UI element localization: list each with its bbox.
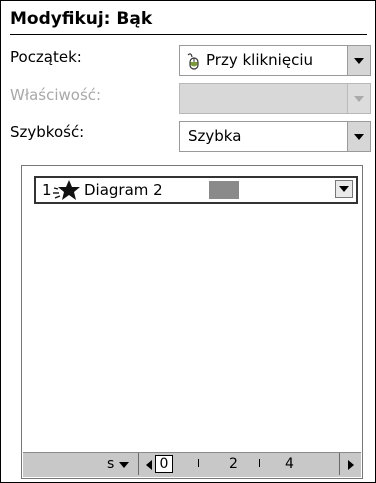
- start-label: Początek:: [10, 48, 82, 66]
- chevron-down-icon[interactable]: [119, 462, 129, 468]
- list-item[interactable]: 1 Diagram 2: [34, 176, 358, 204]
- custom-animation-pane: Modyfikuj: Bąk Początek: Przy kliknięciu…: [0, 0, 376, 483]
- speed-dropdown[interactable]: Szybka: [179, 121, 371, 152]
- start-dropdown[interactable]: Przy kliknięciu: [179, 45, 371, 76]
- scroll-left-icon[interactable]: [146, 460, 152, 470]
- property-label: Właściwość:: [10, 86, 102, 104]
- timeline-minor-tick: [198, 459, 199, 467]
- title-divider: [10, 34, 367, 35]
- timeline-tick-0: 0: [155, 455, 173, 473]
- timeline-tick-4: 4: [285, 456, 294, 472]
- timeline-divider: [138, 453, 139, 475]
- property-dropdown[interactable]: [179, 83, 371, 114]
- timeline-tick-2: 2: [229, 456, 238, 472]
- animation-list[interactable]: 1 Diagram 2 s 0 2 4: [21, 165, 363, 479]
- chevron-down-icon: [354, 95, 364, 102]
- item-dropdown-button[interactable]: [335, 180, 353, 198]
- timing-bar: [209, 181, 239, 199]
- start-dropdown-button[interactable]: [347, 46, 370, 75]
- mouse-icon: [186, 52, 200, 74]
- speed-label: Szybkość:: [10, 123, 85, 141]
- item-name: Diagram 2: [84, 181, 163, 199]
- timeline-minor-tick: [259, 459, 260, 467]
- spin-star-icon: [53, 179, 81, 205]
- timeline-unit-label[interactable]: s: [107, 456, 114, 472]
- scroll-right-icon[interactable]: [348, 460, 354, 470]
- chevron-down-icon: [354, 133, 364, 140]
- start-value: Przy kliknięciu: [206, 51, 313, 69]
- timeline-bar: s 0 2 4: [23, 452, 361, 477]
- timeline-divider: [339, 453, 340, 475]
- pane-title: Modyfikuj: Bąk: [10, 9, 153, 29]
- speed-value: Szybka: [188, 127, 242, 145]
- chevron-down-icon: [339, 186, 349, 192]
- speed-dropdown-button[interactable]: [347, 122, 370, 151]
- item-index: 1: [42, 181, 52, 199]
- property-dropdown-button[interactable]: [347, 84, 370, 113]
- chevron-down-icon: [354, 57, 364, 64]
